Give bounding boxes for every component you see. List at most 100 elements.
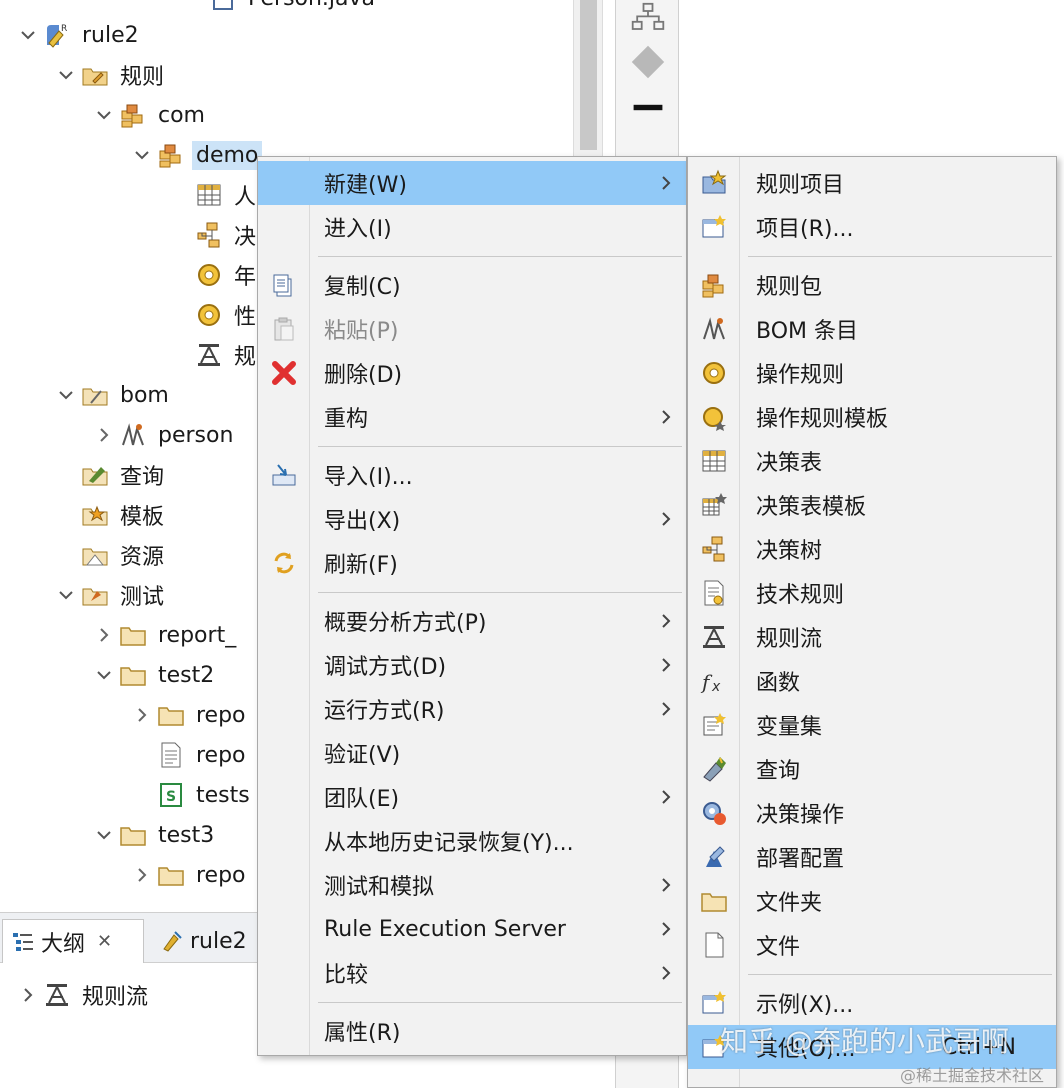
tree-item[interactable]: test3: [92, 815, 218, 855]
menu-item[interactable]: 调试方式(D): [258, 643, 686, 687]
chevron-right-icon[interactable]: [130, 855, 154, 895]
tree-item[interactable]: 规则: [54, 55, 168, 95]
menu-item[interactable]: 示例(X)...: [688, 981, 1056, 1025]
menu-item[interactable]: 规则流: [688, 615, 1056, 659]
menu-item[interactable]: 决策表模板: [688, 483, 1056, 527]
close-icon[interactable]: ✕: [97, 931, 112, 952]
tab-outline[interactable]: 大纲 ✕: [2, 919, 144, 963]
deployment-config-icon: [696, 835, 732, 879]
menu-item[interactable]: 规则项目: [688, 161, 1056, 205]
menu-item[interactable]: 变量集: [688, 703, 1056, 747]
folder-icon: [154, 855, 188, 895]
tree-item[interactable]: Rrule2: [16, 15, 143, 55]
tree-item[interactable]: 测试: [54, 575, 168, 615]
tree-item[interactable]: 查询: [54, 455, 168, 495]
menu-item[interactable]: 新建(W): [258, 161, 686, 205]
menu-item[interactable]: 粘贴(P): [258, 307, 686, 351]
tree-item[interactable]: repo: [130, 695, 250, 735]
hierarchy-icon[interactable]: [628, 0, 668, 40]
technical-rule-icon: [696, 571, 732, 615]
tree-item[interactable]: 模板: [54, 495, 168, 535]
tree-item[interactable]: 决: [168, 215, 260, 255]
tree-item[interactable]: Stests: [130, 775, 254, 815]
tree-item[interactable]: bom: [54, 375, 173, 415]
chevron-down-icon[interactable]: [54, 55, 78, 95]
menu-item[interactable]: 删除(D): [258, 351, 686, 395]
menu-item[interactable]: 操作规则模板: [688, 395, 1056, 439]
chevron-down-icon[interactable]: [92, 95, 116, 135]
menu-item[interactable]: 运行方式(R): [258, 687, 686, 731]
menu-item[interactable]: 比较: [258, 951, 686, 995]
tab-rule2[interactable]: rule2: [152, 919, 262, 963]
menu-item-label: 属性(R): [324, 1021, 401, 1046]
menu-item[interactable]: 导出(X): [258, 497, 686, 541]
chevron-right-icon[interactable]: [92, 615, 116, 655]
menu-item[interactable]: 进入(I): [258, 205, 686, 249]
menu-item[interactable]: 查询: [688, 747, 1056, 791]
menu-item[interactable]: 刷新(F): [258, 541, 686, 585]
context-menu: 新建(W) 进入(I) 复制(C) 粘贴(P) 删除(D) 重构导入(I)... 导出(X)…: [257, 156, 687, 1056]
tree-item[interactable]: 人: [168, 175, 260, 215]
menu-item[interactable]: 团队(E): [258, 775, 686, 819]
tree-item[interactable]: 性: [168, 295, 260, 335]
menu-item[interactable]: 文件: [688, 923, 1056, 967]
outline-item[interactable]: 规则流: [16, 975, 152, 1015]
tree-item[interactable]: test2: [92, 655, 218, 695]
tree-item[interactable]: 资源: [54, 535, 168, 575]
menu-item[interactable]: 重构: [258, 395, 686, 439]
decision-operation-icon: [696, 791, 732, 835]
tree-item-label: 性: [234, 305, 257, 330]
tree-item-label: 查询: [120, 465, 165, 490]
diamond-icon[interactable]: [628, 42, 668, 82]
menu-item[interactable]: 决策表: [688, 439, 1056, 483]
chevron-down-icon[interactable]: [92, 655, 116, 695]
tree-item[interactable]: 规: [168, 335, 260, 375]
ruleflow-icon: [192, 335, 226, 375]
bar-icon[interactable]: [628, 92, 668, 132]
menu-item[interactable]: 技术规则: [688, 571, 1056, 615]
menu-item-label: 比较: [324, 963, 369, 988]
menu-item[interactable]: 操作规则: [688, 351, 1056, 395]
menu-item[interactable]: 规则包: [688, 263, 1056, 307]
tree-item[interactable]: demo: [130, 135, 263, 175]
tree-item[interactable]: report_: [92, 615, 240, 655]
menu-item[interactable]: f x 函数: [688, 659, 1056, 703]
menu-item[interactable]: 决策操作: [688, 791, 1056, 835]
menu-item[interactable]: 项目(R)...: [688, 205, 1056, 249]
chevron-right-icon[interactable]: [92, 415, 116, 455]
menu-item[interactable]: 部署配置: [688, 835, 1056, 879]
bom-folder-icon: [78, 375, 112, 415]
menu-item[interactable]: 验证(V): [258, 731, 686, 775]
menu-item[interactable]: 复制(C): [258, 263, 686, 307]
chevron-down-icon[interactable]: [54, 375, 78, 415]
text-file-icon: [154, 735, 188, 775]
tree-item-partial[interactable]: Person.java: [206, 0, 379, 18]
tree-item[interactable]: com: [92, 95, 209, 135]
chevron-down-icon[interactable]: [16, 15, 40, 55]
menu-item[interactable]: 决策树: [688, 527, 1056, 571]
menu-item[interactable]: 测试和模拟: [258, 863, 686, 907]
tree-item[interactable]: repo: [130, 735, 250, 775]
menu-item[interactable]: 属性(R): [258, 1009, 686, 1053]
chevron-down-icon[interactable]: [130, 135, 154, 175]
menu-item[interactable]: BOM 条目: [688, 307, 1056, 351]
menu-item[interactable]: Rule Execution Server: [258, 907, 686, 951]
chevron-down-icon[interactable]: [54, 575, 78, 615]
menu-item-label: 操作规则模板: [756, 407, 889, 432]
submenu-arrow-icon: [660, 775, 676, 819]
menu-item[interactable]: 概要分析方式(P): [258, 599, 686, 643]
menu-item[interactable]: 文件夹: [688, 879, 1056, 923]
menu-item[interactable]: 导入(I)...: [258, 453, 686, 497]
menu-item-label: 规则包: [756, 275, 823, 300]
tree-item[interactable]: 年: [168, 255, 260, 295]
chevron-down-icon[interactable]: [92, 815, 116, 855]
chevron-right-icon[interactable]: [130, 695, 154, 735]
menu-item-label: 文件夹: [756, 891, 823, 916]
chevron-right-icon[interactable]: [16, 975, 40, 1015]
java-file-icon: [206, 0, 240, 18]
tree-item[interactable]: person: [92, 415, 237, 455]
menu-item[interactable]: 从本地历史记录恢复(Y)...: [258, 819, 686, 863]
tree-item[interactable]: repo: [130, 855, 250, 895]
tree-scrollbar-thumb[interactable]: [580, 0, 597, 150]
ruleflow-icon: [40, 975, 74, 1015]
